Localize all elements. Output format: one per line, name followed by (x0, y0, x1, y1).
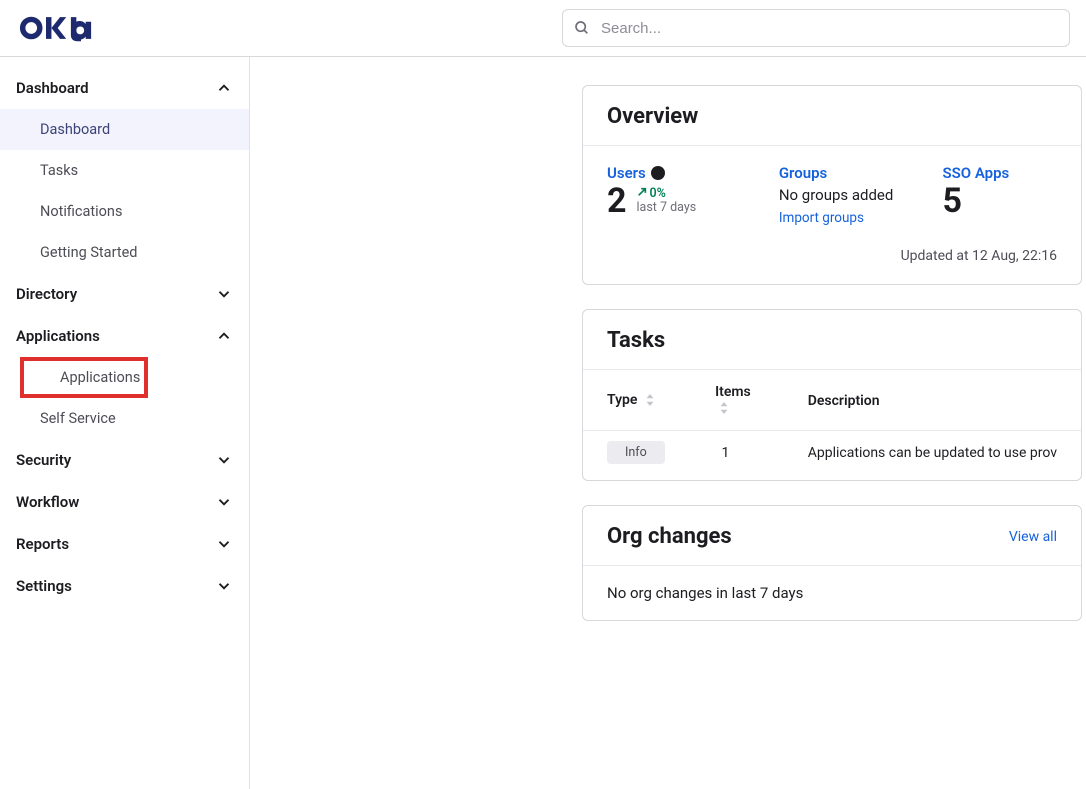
nav-section-security[interactable]: Security (0, 439, 249, 481)
col-items[interactable]: Items (691, 370, 784, 431)
nav-item-dashboard[interactable]: Dashboard (0, 109, 249, 150)
nav-section-workflow[interactable]: Workflow (0, 481, 249, 523)
chevron-down-icon (215, 535, 233, 553)
nav-section-label: Reports (16, 535, 69, 553)
stat-groups: Groups No groups added Import groups (779, 164, 943, 226)
nav-item-self-service[interactable]: Self Service (0, 398, 249, 439)
tasks-title: Tasks (607, 328, 1057, 353)
users-count: 2 (607, 184, 627, 218)
nav-section-applications[interactable]: Applications (0, 315, 249, 357)
chevron-up-icon (215, 79, 233, 97)
groups-text: No groups added (779, 186, 943, 204)
main-content: Overview Users 2 (250, 57, 1086, 789)
chevron-down-icon (215, 285, 233, 303)
search-container (562, 9, 1070, 47)
sso-apps-link[interactable]: SSO Apps (942, 164, 1009, 182)
chevron-down-icon (215, 577, 233, 595)
task-items: 1 (691, 431, 784, 481)
nav-section-label: Directory (16, 285, 77, 303)
col-description[interactable]: Description (784, 370, 1081, 431)
overview-title: Overview (607, 104, 1057, 129)
users-link[interactable]: Users (607, 164, 665, 182)
chevron-down-icon (215, 493, 233, 511)
chevron-up-icon (215, 327, 233, 345)
sso-count: 5 (942, 184, 1057, 218)
nav-section-settings[interactable]: Settings (0, 565, 249, 607)
stat-sso: SSO Apps 5 (942, 164, 1057, 226)
view-all-link[interactable]: View all (1009, 529, 1057, 545)
nav-section-dashboard[interactable]: Dashboard (0, 67, 249, 109)
nav-section-directory[interactable]: Directory (0, 273, 249, 315)
top-header (0, 0, 1086, 57)
overview-updated: Updated at 12 Aug, 22:16 (607, 248, 1057, 264)
users-trend: 0% last 7 days (637, 187, 697, 215)
search-input[interactable] (562, 9, 1070, 47)
search-icon (574, 20, 590, 36)
chevron-down-icon (215, 451, 233, 469)
nav-item-notifications[interactable]: Notifications (0, 191, 249, 232)
nav-section-label: Settings (16, 577, 72, 595)
nav-item-getting-started[interactable]: Getting Started (0, 232, 249, 273)
nav-section-label: Security (16, 451, 71, 469)
task-row[interactable]: Info 1 Applications can be updated to us… (583, 431, 1081, 481)
task-description: Applications can be updated to use prov (784, 431, 1081, 481)
sort-icon (719, 402, 729, 418)
nav-item-tasks[interactable]: Tasks (0, 150, 249, 191)
import-groups-link[interactable]: Import groups (779, 210, 943, 226)
sort-icon (645, 394, 655, 410)
col-type[interactable]: Type (583, 370, 691, 431)
tasks-card: Tasks Type Items (582, 309, 1082, 481)
overview-card: Overview Users 2 (582, 85, 1082, 285)
nav-section-label: Workflow (16, 493, 79, 511)
task-type-badge: Info (607, 441, 665, 464)
org-changes-title: Org changes (607, 524, 732, 549)
nav-section-reports[interactable]: Reports (0, 523, 249, 565)
trend-up-icon (637, 187, 647, 201)
nav-item-applications[interactable]: Applications (20, 357, 148, 398)
okta-logo (20, 14, 100, 42)
nav-section-label: Applications (16, 327, 100, 345)
org-changes-empty: No org changes in last 7 days (583, 566, 1081, 620)
sidebar: Dashboard Dashboard Tasks Notifications … (0, 57, 250, 789)
info-icon (651, 166, 665, 180)
org-changes-card: Org changes View all No org changes in l… (582, 505, 1082, 621)
stat-users: Users 2 0% (607, 164, 779, 226)
nav-section-label: Dashboard (16, 79, 89, 97)
groups-link[interactable]: Groups (779, 164, 827, 182)
